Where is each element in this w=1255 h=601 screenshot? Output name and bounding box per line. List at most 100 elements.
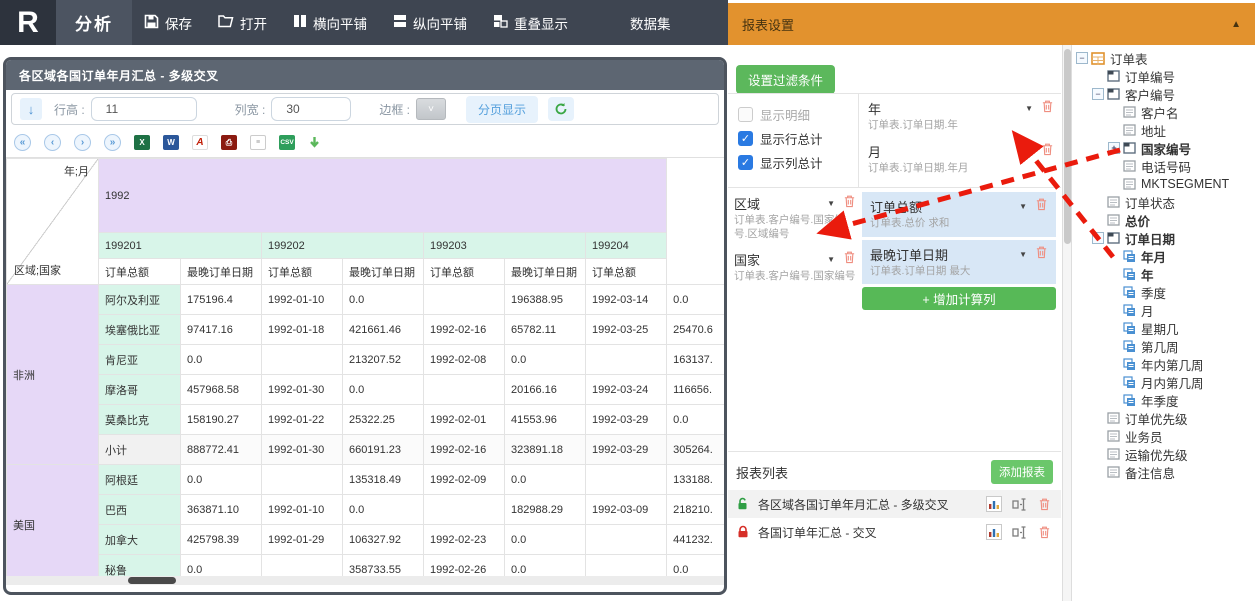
refresh-button[interactable] (548, 97, 574, 121)
tree-item[interactable]: 订单状态 (1092, 193, 1253, 211)
checked-checkbox-icon[interactable]: ✓ (738, 131, 753, 146)
tree-item[interactable]: 星期几 (1108, 319, 1253, 337)
tree-item[interactable]: 地址 (1108, 121, 1253, 139)
word-export-icon[interactable]: W (163, 135, 179, 150)
measure-field-order-total[interactable]: 订单总额 ▼ 订单表.总价 求和 (862, 192, 1056, 237)
tree-item[interactable]: 电话号码 (1108, 157, 1253, 175)
rename-report-icon[interactable] (1012, 497, 1028, 512)
tile-horizontal-button[interactable]: 横向平铺 (293, 13, 367, 33)
expand-node-icon[interactable]: + (1108, 142, 1120, 154)
tree-item[interactable]: MKTSEGMENT (1108, 175, 1253, 193)
value-cell: 1992-02-23 (424, 525, 505, 555)
collapse-controls-icon[interactable]: ↓ (20, 98, 42, 120)
column-field-year[interactable]: 年 ▼ 订单表.订单日期.年 (868, 99, 1054, 133)
tree-item[interactable]: 订单优先级 (1092, 409, 1253, 427)
delete-report-icon[interactable] (1038, 497, 1051, 511)
tree-item[interactable]: +国家编号 (1108, 139, 1253, 157)
print-icon[interactable]: ⎙ (221, 135, 237, 150)
tree-item[interactable]: 客户名 (1108, 103, 1253, 121)
delete-field-icon[interactable] (843, 250, 856, 269)
vertical-scrollbar[interactable] (1062, 45, 1072, 601)
report-name[interactable]: 各国订单年汇总 - 交叉 (758, 524, 976, 541)
checked-checkbox-icon[interactable]: ✓ (738, 155, 753, 170)
tree-item[interactable]: 月内第几周 (1108, 373, 1253, 391)
tree-item[interactable]: 季度 (1108, 283, 1253, 301)
field-icon (1123, 124, 1136, 136)
add-calc-column-button[interactable]: + 增加计算列 (862, 287, 1056, 310)
tree-item[interactable]: 备注信息 (1092, 463, 1253, 481)
checkbox-显示列总计[interactable]: ✓ 显示列总计 (738, 150, 858, 174)
delete-field-icon[interactable] (1041, 142, 1054, 161)
delete-field-icon[interactable] (1041, 99, 1054, 118)
next-page-icon[interactable]: › (74, 134, 91, 151)
paging-button[interactable]: 分页显示 (466, 96, 538, 123)
collapse-node-icon[interactable]: − (1076, 52, 1088, 64)
row-field-region[interactable]: 区域 ▼ 订单表.客户编号.国家编号.区域编号 (734, 194, 856, 241)
tab-analysis[interactable]: 分析 (56, 0, 132, 45)
collapse-node-icon[interactable]: − (1092, 88, 1104, 100)
pdf-export-icon[interactable]: A (192, 135, 208, 150)
checkbox-显示行总计[interactable]: ✓显示行总计 (738, 126, 858, 150)
delete-report-icon[interactable] (1038, 525, 1051, 539)
tree-item[interactable]: 年内第几周 (1108, 355, 1253, 373)
unchecked-checkbox-icon[interactable] (738, 107, 753, 122)
chevron-down-icon[interactable]: ▼ (827, 255, 835, 264)
column-field-month[interactable]: 月 ▼ 订单表.订单日期.年月 (868, 142, 1054, 176)
download-icon[interactable] (308, 136, 321, 150)
tree-item[interactable]: 年 (1108, 265, 1253, 283)
tree-item[interactable]: 运输优先级 (1092, 445, 1253, 463)
row-field-country[interactable]: 国家 ▼ 订单表.客户编号.国家编号 (734, 250, 856, 284)
tree-item[interactable]: 第几周 (1108, 337, 1253, 355)
chevron-down-icon[interactable]: ▼ (1019, 250, 1027, 259)
cascade-windows-button[interactable]: 重叠显示 (493, 13, 568, 33)
collapse-panel-icon[interactable]: ▲ (1231, 19, 1241, 30)
doc-export-icon[interactable]: ≡ (250, 135, 266, 150)
report-list-item[interactable]: 各区域各国订单年月汇总 - 多级交叉 (728, 490, 1061, 518)
delete-field-icon[interactable] (1035, 245, 1048, 264)
collapse-node-icon[interactable]: − (1092, 232, 1104, 244)
save-button[interactable]: 保存 (144, 13, 192, 33)
chart-view-icon[interactable] (986, 524, 1002, 540)
report-list-item[interactable]: 各国订单年汇总 - 交叉 (728, 518, 1061, 546)
tree-item[interactable]: 月 (1108, 301, 1253, 319)
tree-item[interactable]: 年月 (1108, 247, 1253, 265)
tree-item[interactable]: 业务员 (1092, 427, 1253, 445)
tree-item[interactable]: 订单编号 (1092, 67, 1253, 85)
set-filter-button[interactable]: 设置过滤条件 (736, 65, 835, 94)
excel-export-icon[interactable]: X (134, 135, 150, 150)
row-height-input[interactable] (91, 97, 197, 121)
datepart-icon (1123, 394, 1136, 407)
measure-field-latest-date[interactable]: 最晚订单日期 ▼ 订单表.订单日期 最大 (862, 240, 1056, 285)
chevron-down-icon[interactable]: ▼ (1025, 147, 1033, 156)
chevron-down-icon[interactable]: ▼ (827, 199, 835, 208)
horizontal-scrollbar-thumb[interactable] (128, 577, 176, 584)
vertical-scrollbar-thumb[interactable] (1064, 49, 1071, 244)
chevron-down-icon[interactable]: ▼ (1025, 104, 1033, 113)
dataset-button[interactable]: 数据集 (630, 0, 671, 45)
tree-item[interactable]: 总价 (1092, 211, 1253, 229)
tree-item[interactable]: 年季度 (1108, 391, 1253, 409)
tree-item[interactable]: −订单日期 (1092, 229, 1253, 247)
last-page-icon[interactable]: » (104, 134, 121, 151)
add-report-button[interactable]: 添加报表 (991, 460, 1053, 484)
value-cell (262, 465, 343, 495)
csv-export-icon[interactable]: CSV (279, 135, 295, 150)
tile-vertical-button[interactable]: 纵向平铺 (393, 13, 467, 33)
checkbox-显示明细[interactable]: 显示明细 (738, 102, 858, 126)
checkbox-label: 显示列总计 (760, 153, 823, 172)
delete-field-icon[interactable] (1035, 197, 1048, 216)
col-width-input[interactable] (271, 97, 351, 121)
chart-view-icon[interactable] (986, 496, 1002, 512)
rename-report-icon[interactable] (1012, 525, 1028, 540)
border-select[interactable]: ˅ (416, 98, 446, 120)
delete-field-icon[interactable] (843, 194, 856, 213)
report-name[interactable]: 各区域各国订单年月汇总 - 多级交叉 (758, 496, 976, 513)
chevron-down-icon[interactable]: ▼ (1019, 202, 1027, 211)
first-page-icon[interactable]: « (14, 134, 31, 151)
prev-page-icon[interactable]: ‹ (44, 134, 61, 151)
horizontal-scrollbar[interactable] (6, 576, 724, 585)
open-folder-button[interactable]: 打开 (218, 13, 267, 33)
tree-item[interactable]: −客户编号 (1092, 85, 1253, 103)
tree-item[interactable]: −订单表 (1076, 49, 1253, 67)
measure-header-cell: 最晚订单日期 (181, 259, 262, 285)
